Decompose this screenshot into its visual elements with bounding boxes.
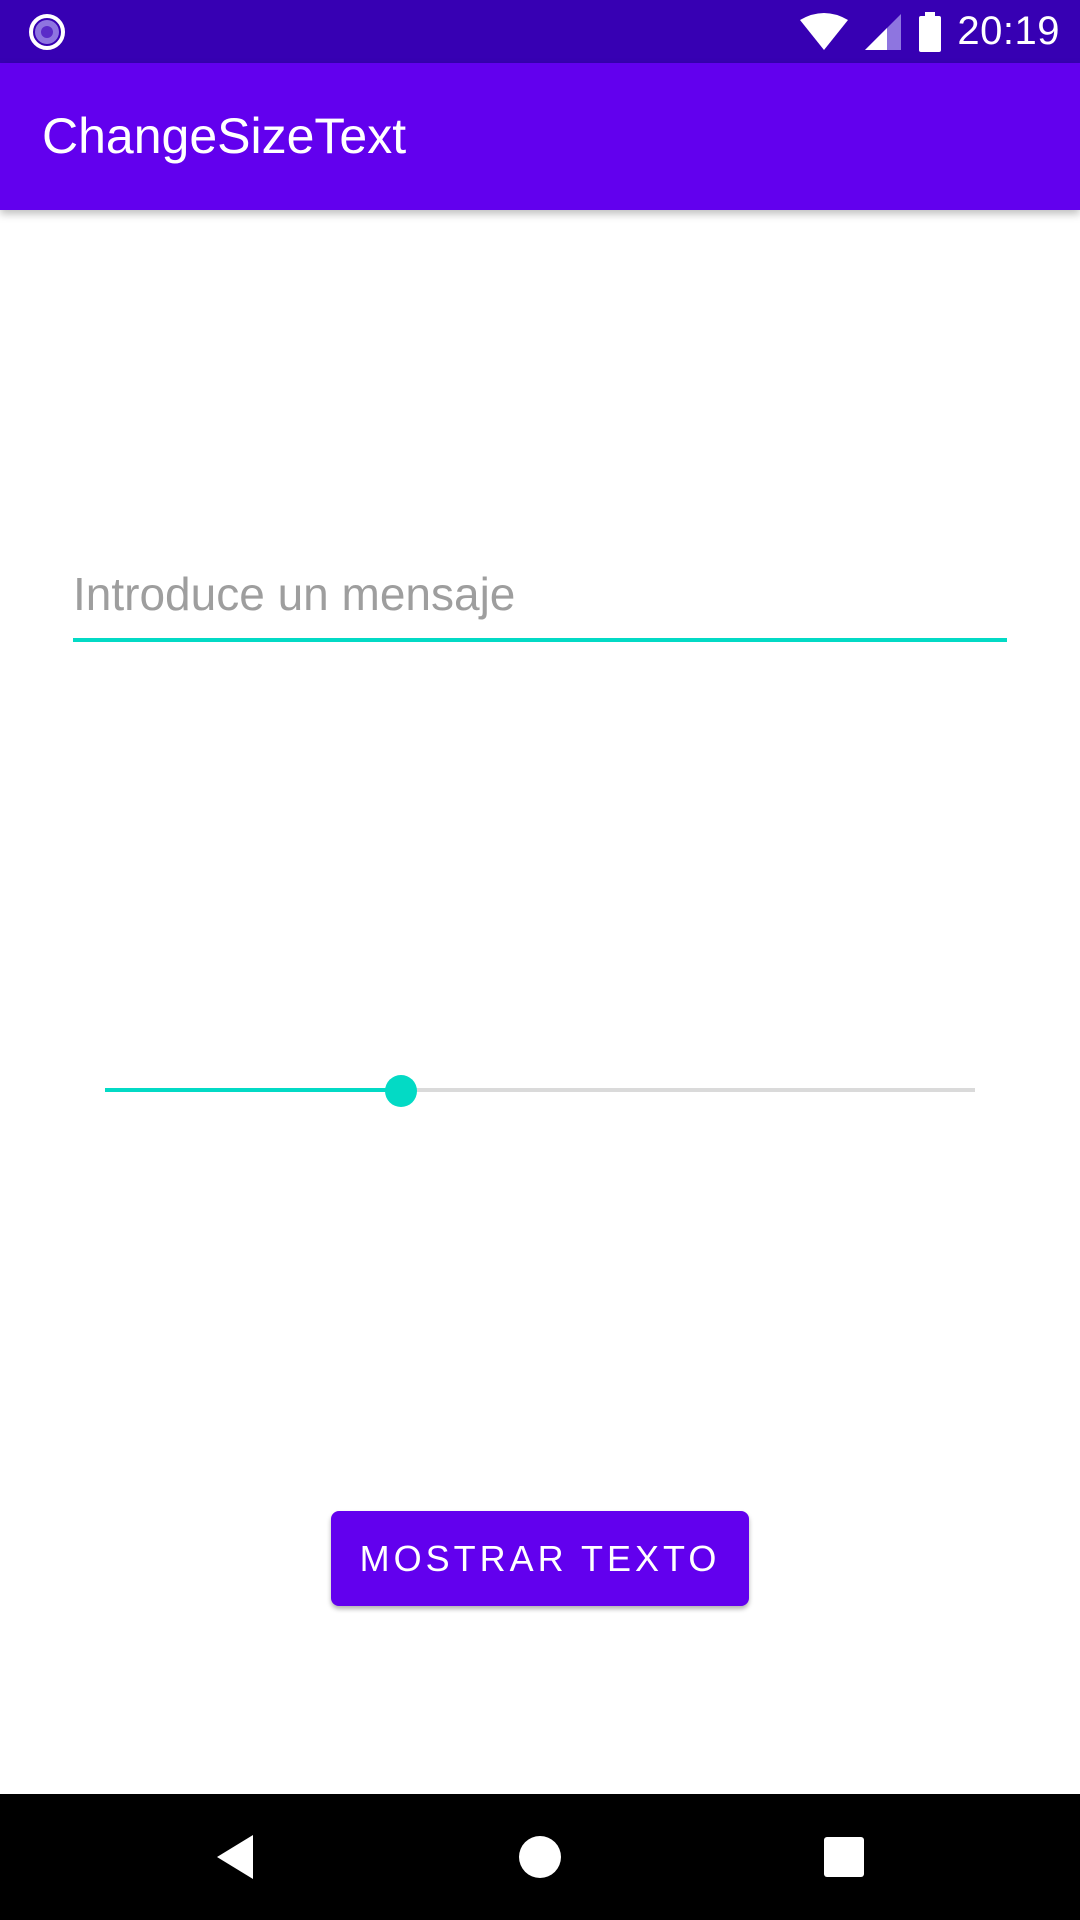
recents-button[interactable]	[814, 1827, 874, 1887]
back-button[interactable]	[205, 1827, 265, 1887]
battery-icon	[919, 11, 942, 52]
status-bar: 20:19	[0, 0, 1080, 63]
recents-icon	[824, 1837, 864, 1877]
home-icon	[519, 1836, 561, 1878]
message-input[interactable]	[73, 550, 1007, 642]
app-title: ChangeSizeText	[42, 108, 407, 164]
home-button[interactable]	[510, 1827, 570, 1887]
slider-fill	[105, 1088, 401, 1092]
slider-thumb[interactable]	[384, 1075, 417, 1107]
status-time: 20:19	[957, 9, 1060, 53]
status-icons: 20:19	[799, 0, 1060, 63]
show-text-button[interactable]: MOSTRAR TEXTO	[331, 1511, 749, 1606]
app-notification-icon	[29, 14, 65, 50]
size-slider[interactable]	[105, 1060, 975, 1120]
main-content: MOSTRAR TEXTO	[0, 210, 1080, 1794]
signal-icon	[865, 13, 902, 50]
wifi-icon	[800, 12, 849, 50]
app-bar: ChangeSizeText	[0, 63, 1080, 210]
back-icon	[217, 1835, 253, 1879]
navigation-bar	[0, 1794, 1080, 1920]
